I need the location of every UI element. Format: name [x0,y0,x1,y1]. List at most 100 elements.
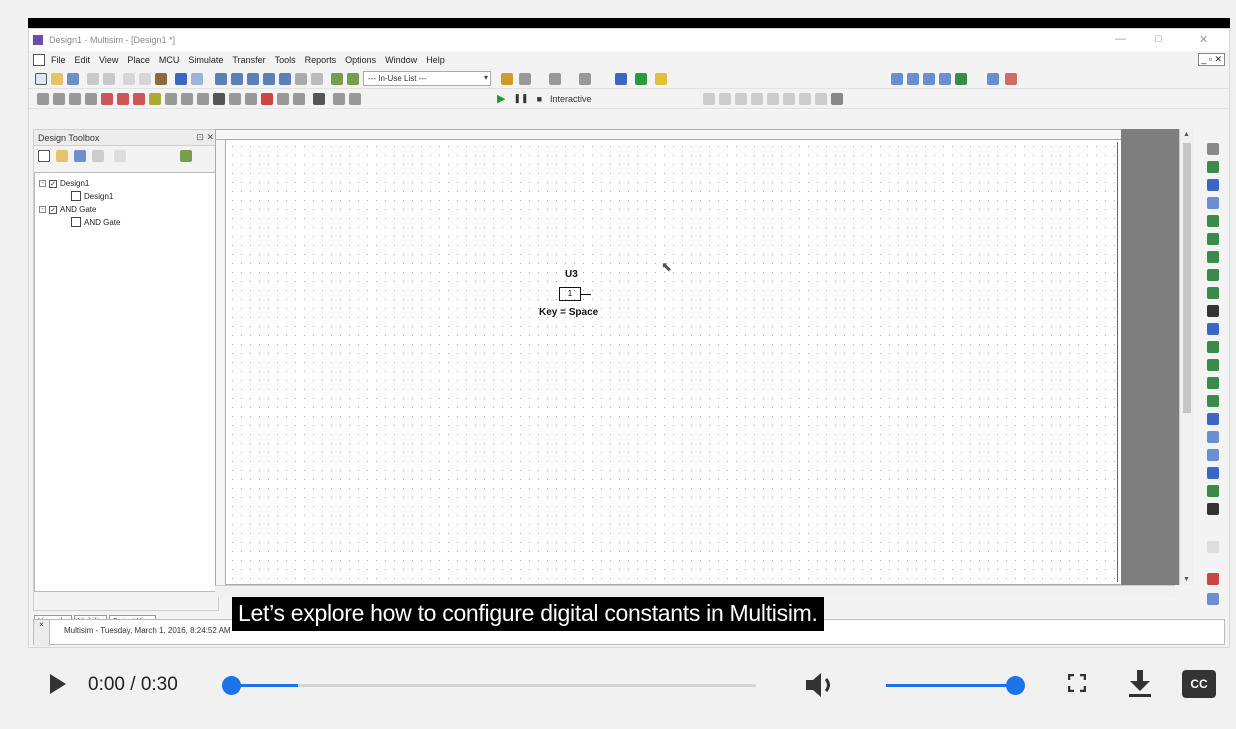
document-icon[interactable] [33,54,45,66]
erc-icon[interactable] [331,73,343,85]
spectrum-analyzer-icon[interactable] [1207,359,1219,371]
electromechanical-icon[interactable] [261,93,273,105]
in-use-list-dropdown[interactable]: --- In-Use List --- ▾ [363,71,491,86]
closed-captions-button[interactable]: CC [1182,670,1216,698]
scroll-down-icon[interactable]: ▼ [1183,576,1190,583]
iv-analyzer-icon[interactable] [1207,323,1219,335]
paste-icon[interactable] [155,73,167,85]
save-design-icon[interactable] [74,150,86,162]
diode-icon[interactable] [69,93,81,105]
grapher-icon[interactable] [1005,73,1017,85]
agilent-generator-icon[interactable] [1207,395,1219,407]
current-probe-icon[interactable] [1207,503,1219,515]
agilent-multimeter-icon[interactable] [1207,413,1219,425]
print-icon[interactable] [87,73,99,85]
netlist-icon[interactable] [347,73,359,85]
schematic-grid[interactable] [228,142,1118,582]
zoom-in-icon[interactable] [891,73,903,85]
print-preview-icon[interactable] [103,73,115,85]
vertical-scrollbar[interactable]: ▲ ▼ [1179,129,1193,585]
menu-place[interactable]: Place [127,55,150,65]
collapse-icon[interactable]: - [39,180,46,187]
volume-handle[interactable] [1006,676,1025,695]
description-box-icon[interactable] [987,73,999,85]
probe-digital-icon[interactable] [783,93,795,105]
volume-slider[interactable] [886,676,1025,695]
close-design-icon[interactable] [92,150,104,162]
scroll-up-icon[interactable]: ▲ [1183,131,1190,138]
horizontal-scrollbar[interactable] [215,585,1175,597]
probe-reference-icon[interactable] [767,93,779,105]
hierarchical-block-icon[interactable] [333,93,345,105]
new-icon[interactable] [35,73,47,85]
pause-simulation-icon[interactable]: ❚❚ [513,93,528,104]
network-analyzer-icon[interactable] [1207,377,1219,389]
instrument-extra-icon[interactable] [1207,593,1219,605]
save-icon[interactable] [67,73,79,85]
download-icon[interactable] [1128,670,1152,698]
toggle-fullscreen-icon[interactable] [215,73,227,85]
search-icon[interactable] [615,73,627,85]
agilent-oscilloscope-icon[interactable] [1207,431,1219,443]
function-generator-icon[interactable] [1207,161,1219,173]
menu-edit[interactable]: Edit [75,55,91,65]
copy-icon[interactable] [139,73,151,85]
menu-mcu[interactable]: MCU [159,55,180,65]
tektronix-oscilloscope-icon[interactable] [1207,449,1219,461]
power-component-icon[interactable] [197,93,209,105]
misc-icon[interactable] [213,93,225,105]
multimeter-icon[interactable] [1207,143,1219,155]
schematic-workspace[interactable] [215,129,1135,586]
interactive-digital-constant[interactable]: 1 [559,287,581,301]
oscilloscope-icon[interactable] [1207,197,1219,209]
open-design-icon[interactable] [56,150,68,162]
source-icon[interactable] [37,93,49,105]
distortion-analyzer-icon[interactable] [1207,341,1219,353]
zoom-fit-icon[interactable] [939,73,951,85]
probe-voltage-icon[interactable] [703,93,715,105]
scrollbar-thumb[interactable] [1183,143,1191,413]
zoom-full-icon[interactable] [955,73,967,85]
minimize-button[interactable]: — [1115,33,1126,45]
probe-gear-icon[interactable] [815,93,827,105]
component-icon[interactable] [279,73,291,85]
mdi-window-controls[interactable]: _ ▫ ✕ [1198,53,1225,66]
interactive-button[interactable]: Interactive [550,94,592,104]
postprocessor-icon[interactable] [311,73,323,85]
probe-differential-icon[interactable] [751,93,763,105]
menu-view[interactable]: View [99,55,118,65]
transistor-icon[interactable] [85,93,97,105]
four-channel-oscilloscope-icon[interactable] [1207,215,1219,227]
gear-icon[interactable] [831,93,843,105]
find-component-icon[interactable] [501,73,513,85]
graph-icon[interactable] [295,73,307,85]
connector-icon[interactable] [293,93,305,105]
cut-icon[interactable] [123,73,135,85]
analog-icon[interactable] [101,93,113,105]
word-generator-icon[interactable] [1207,269,1219,281]
close-button[interactable]: ✕ [1199,33,1208,46]
volume-icon[interactable] [804,670,838,700]
logic-converter-icon[interactable] [1207,287,1219,299]
component-key-label[interactable]: Key = Space [539,307,598,318]
probe-settings-icon[interactable] [799,93,811,105]
play-button[interactable] [50,674,66,694]
menu-reports[interactable]: Reports [305,55,337,65]
menu-simulate[interactable]: Simulate [188,55,223,65]
menu-tools[interactable]: Tools [275,55,296,65]
wattmeter-icon[interactable] [1207,179,1219,191]
tree-item-design1-sheet[interactable]: Design1 [71,191,113,201]
measurement-probe-icon[interactable] [1207,573,1219,585]
probe-current-icon[interactable] [719,93,731,105]
stop-simulation-icon[interactable]: ■ [537,94,542,104]
backannotate-icon[interactable] [549,73,561,85]
probe-icon[interactable] [635,73,647,85]
ni-component-icon[interactable] [277,93,289,105]
zoom-area-icon[interactable] [923,73,935,85]
tree-item-and-gate[interactable]: - ✓ AND Gate [39,205,96,214]
basic-icon[interactable] [53,93,65,105]
transfer-icon[interactable] [519,73,531,85]
bode-plotter-icon[interactable] [1207,233,1219,245]
seek-handle[interactable] [222,676,241,695]
bus-icon[interactable] [349,93,361,105]
